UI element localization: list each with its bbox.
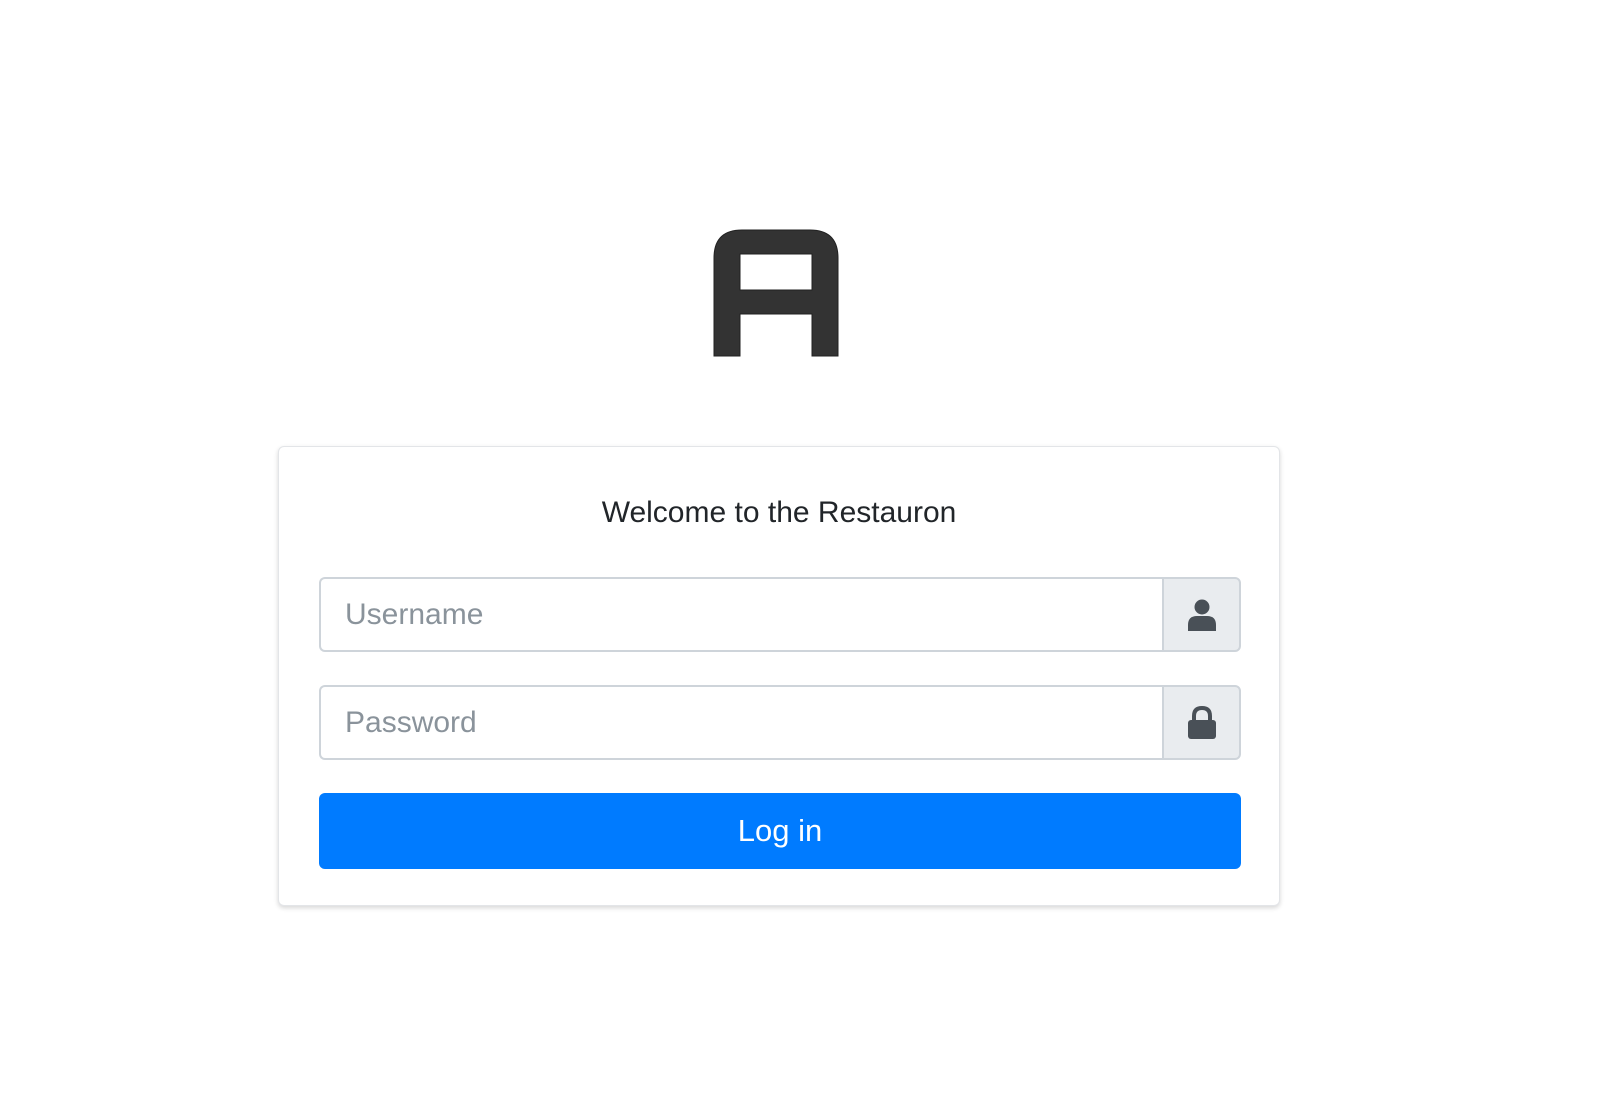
- password-addon: [1162, 685, 1241, 760]
- password-input[interactable]: [319, 685, 1162, 760]
- login-page: Welcome to the Restauron Log in: [0, 0, 1602, 1102]
- app-logo: [712, 228, 840, 358]
- username-input[interactable]: [319, 577, 1162, 652]
- username-group: [319, 577, 1241, 652]
- welcome-title: Welcome to the Restauron: [601, 496, 957, 529]
- login-card: Welcome to the Restauron Log in: [278, 446, 1280, 906]
- user-icon: [1187, 599, 1216, 631]
- password-group: [319, 685, 1241, 760]
- logo-a-icon: [713, 229, 839, 357]
- username-addon: [1162, 577, 1241, 652]
- lock-icon: [1187, 705, 1216, 739]
- login-button[interactable]: Log in: [319, 793, 1241, 869]
